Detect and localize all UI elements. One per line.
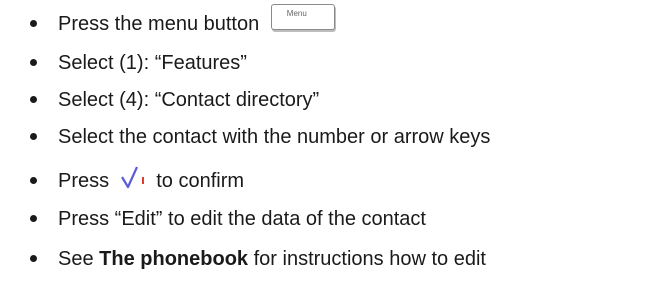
bullet-icon (30, 133, 37, 140)
list-item-select-features: Select (1): “Features” (0, 45, 648, 85)
bullet-icon (30, 255, 37, 262)
step-text: Press the menu button (58, 13, 260, 35)
step-text: Select (1): “Features” (58, 52, 247, 74)
step-text: Select (4): “Contact directory” (58, 89, 320, 111)
bullet-icon (30, 215, 37, 222)
step-text: Press “Edit” to edit the data of the con… (58, 208, 426, 230)
bullet-icon (30, 96, 37, 103)
step-text: to confirm (156, 170, 245, 192)
list-item-press-edit: Press “Edit” to edit the data of the con… (0, 201, 648, 241)
list-item-press-menu: Press the menu button Menu (0, 4, 648, 44)
list-item-see-phonebook: See The phonebook for instructions how t… (0, 239, 648, 279)
step-text: See (58, 248, 94, 270)
menu-key-label: Menu (286, 9, 307, 18)
bullet-icon (30, 59, 37, 66)
step-text: for instructions how to edit (253, 248, 486, 270)
step-text: Press (58, 170, 110, 192)
list-item-press-confirm: Press to confirm (0, 160, 648, 200)
step-text: Select the contact with the number or ar… (58, 126, 491, 148)
menu-key-icon: Menu (270, 4, 335, 36)
bullet-icon (30, 20, 37, 27)
instruction-list: Press the menu button Menu Select (1): “… (0, 0, 648, 290)
bullet-icon (30, 177, 37, 184)
check-icon (119, 165, 149, 191)
list-item-select-contact-directory: Select (4): “Contact directory” (0, 82, 648, 122)
list-item-select-contact: Select the contact with the number or ar… (0, 119, 648, 159)
phonebook-reference: The phonebook (99, 248, 249, 270)
